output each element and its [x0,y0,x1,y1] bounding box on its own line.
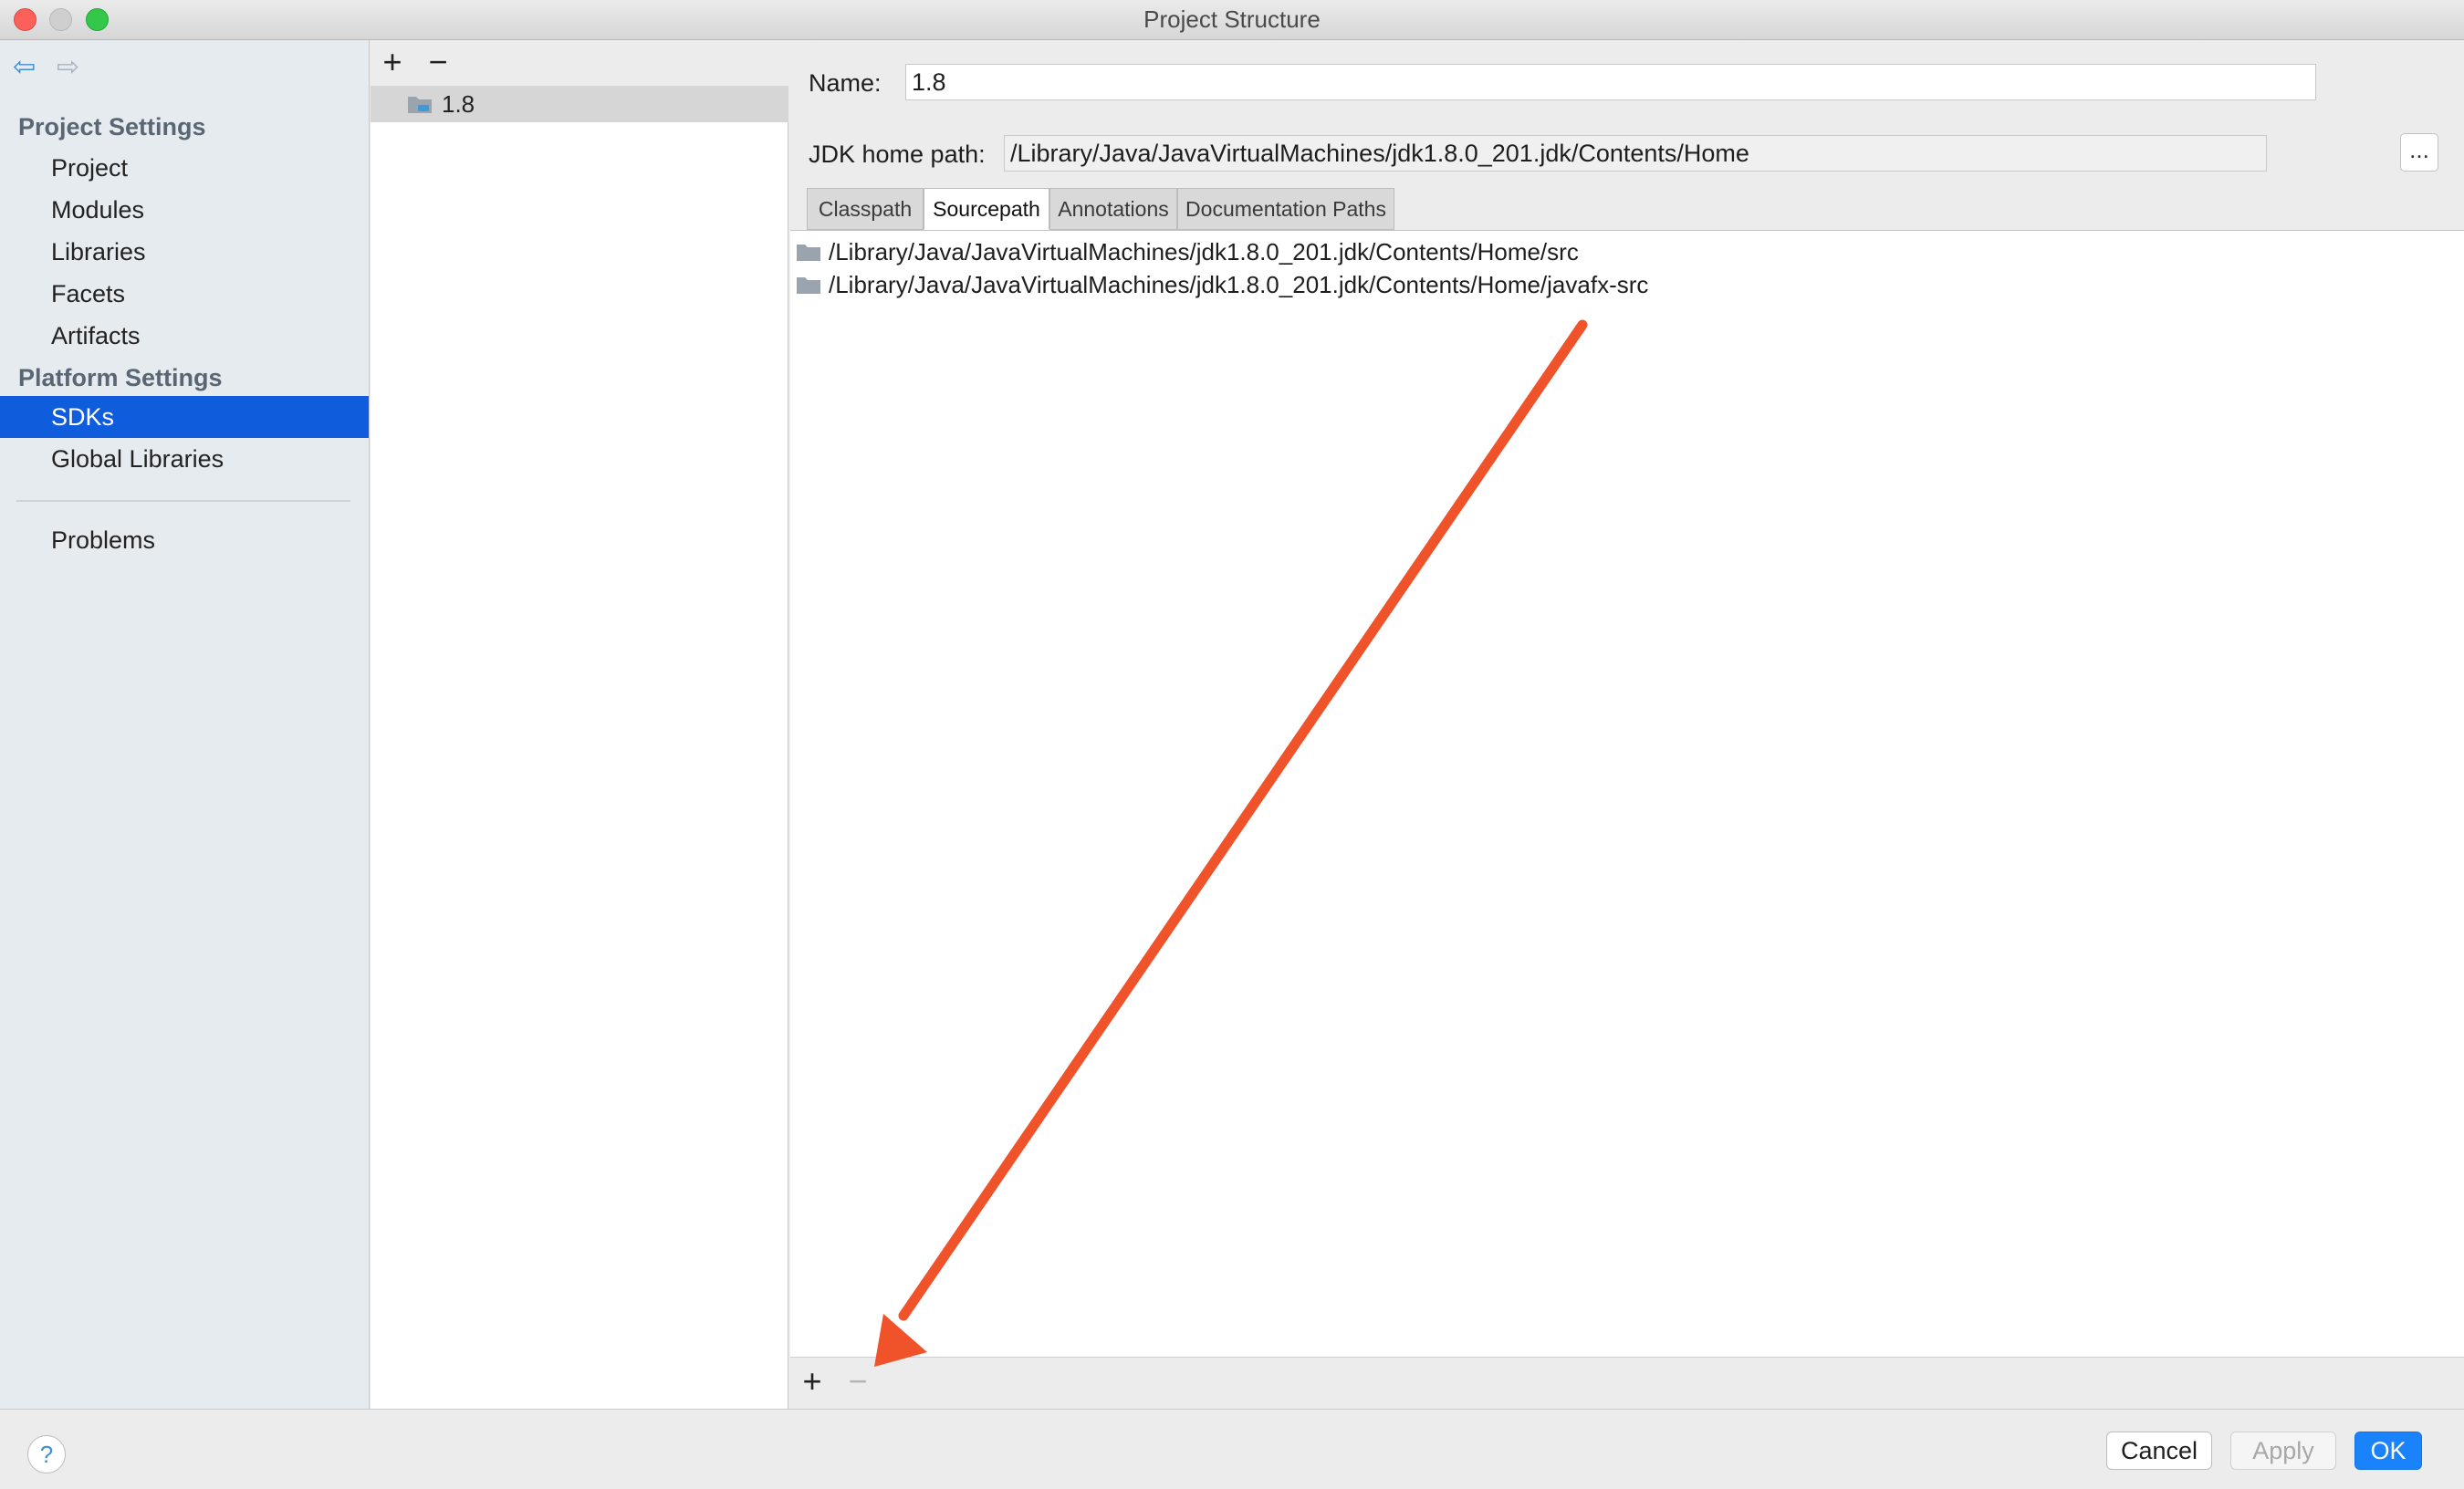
remove-path-button[interactable]: − [841,1365,874,1400]
tab-annotations[interactable]: Annotations [1049,188,1177,230]
sdk-list-toolbar: + − [371,40,788,86]
sidebar-divider [16,500,350,502]
jdk-folder-icon [408,97,432,113]
sidebar-item-sdks[interactable]: SDKs [0,396,369,438]
list-item[interactable]: /Library/Java/JavaVirtualMachines/jdk1.8… [790,236,2464,269]
sidebar-item-modules[interactable]: Modules [0,189,369,231]
sidebar-item-project[interactable]: Project [0,147,369,189]
source-path-text: /Library/Java/JavaVirtualMachines/jdk1.8… [829,238,1579,266]
browse-button[interactable]: ... [2400,133,2438,172]
sidebar-item-global-libraries[interactable]: Global Libraries [0,438,369,480]
window-title: Project Structure [1143,5,1321,33]
ok-button[interactable]: OK [2354,1432,2422,1470]
apply-button[interactable]: Apply [2230,1432,2336,1470]
sidebar-item-libraries[interactable]: Libraries [0,231,369,273]
sdk-detail-panel: Name: 1.8 JDK home path: /Library/Java/J… [790,40,2464,1409]
sdk-list-item[interactable]: 1.8 [371,86,788,122]
tab-documentation-paths[interactable]: Documentation Paths [1177,188,1394,230]
jdk-home-path-field[interactable]: /Library/Java/JavaVirtualMachines/jdk1.8… [1004,135,2267,172]
jdk-home-path-label: JDK home path: [809,141,986,168]
name-field[interactable]: 1.8 [905,64,2316,100]
sdk-list-panel: + − 1.8 [371,40,788,1409]
sidebar-item-artifacts[interactable]: Artifacts [0,315,369,357]
section-header-platform-settings: Platform Settings [18,364,223,391]
title-bar: Project Structure [0,0,2464,40]
sidebar-item-facets[interactable]: Facets [0,273,369,315]
source-path-text: /Library/Java/JavaVirtualMachines/jdk1.8… [829,271,1649,298]
add-path-button[interactable]: + [796,1365,829,1400]
section-header-project-settings: Project Settings [18,113,206,141]
tab-sourcepath[interactable]: Sourcepath [924,188,1049,230]
sourcepath-toolbar: + − [790,1358,2464,1409]
sdk-list-item-label: 1.8 [442,90,475,118]
remove-sdk-button[interactable]: − [422,46,454,80]
project-structure-window: Project Structure ⇦ ⇨ Project Settings P… [0,0,2464,1489]
dialog-button-bar: ? Cancel Apply OK [0,1409,2464,1489]
add-sdk-button[interactable]: + [376,46,409,80]
back-arrow-icon[interactable]: ⇦ [13,53,42,82]
cancel-button[interactable]: Cancel [2106,1432,2212,1470]
name-label: Name: [809,69,882,97]
tab-classpath[interactable]: Classpath [807,188,924,230]
sidebar-item-problems[interactable]: Problems [0,519,369,561]
sourcepath-list: /Library/Java/JavaVirtualMachines/jdk1.8… [790,230,2464,1358]
settings-sidebar: ⇦ ⇨ Project Settings Project Modules Lib… [0,40,370,1409]
list-item[interactable]: /Library/Java/JavaVirtualMachines/jdk1.8… [790,269,2464,302]
folder-icon [797,277,820,294]
forward-arrow-icon[interactable]: ⇨ [57,53,86,82]
help-button[interactable]: ? [27,1435,66,1473]
folder-icon [797,245,820,261]
